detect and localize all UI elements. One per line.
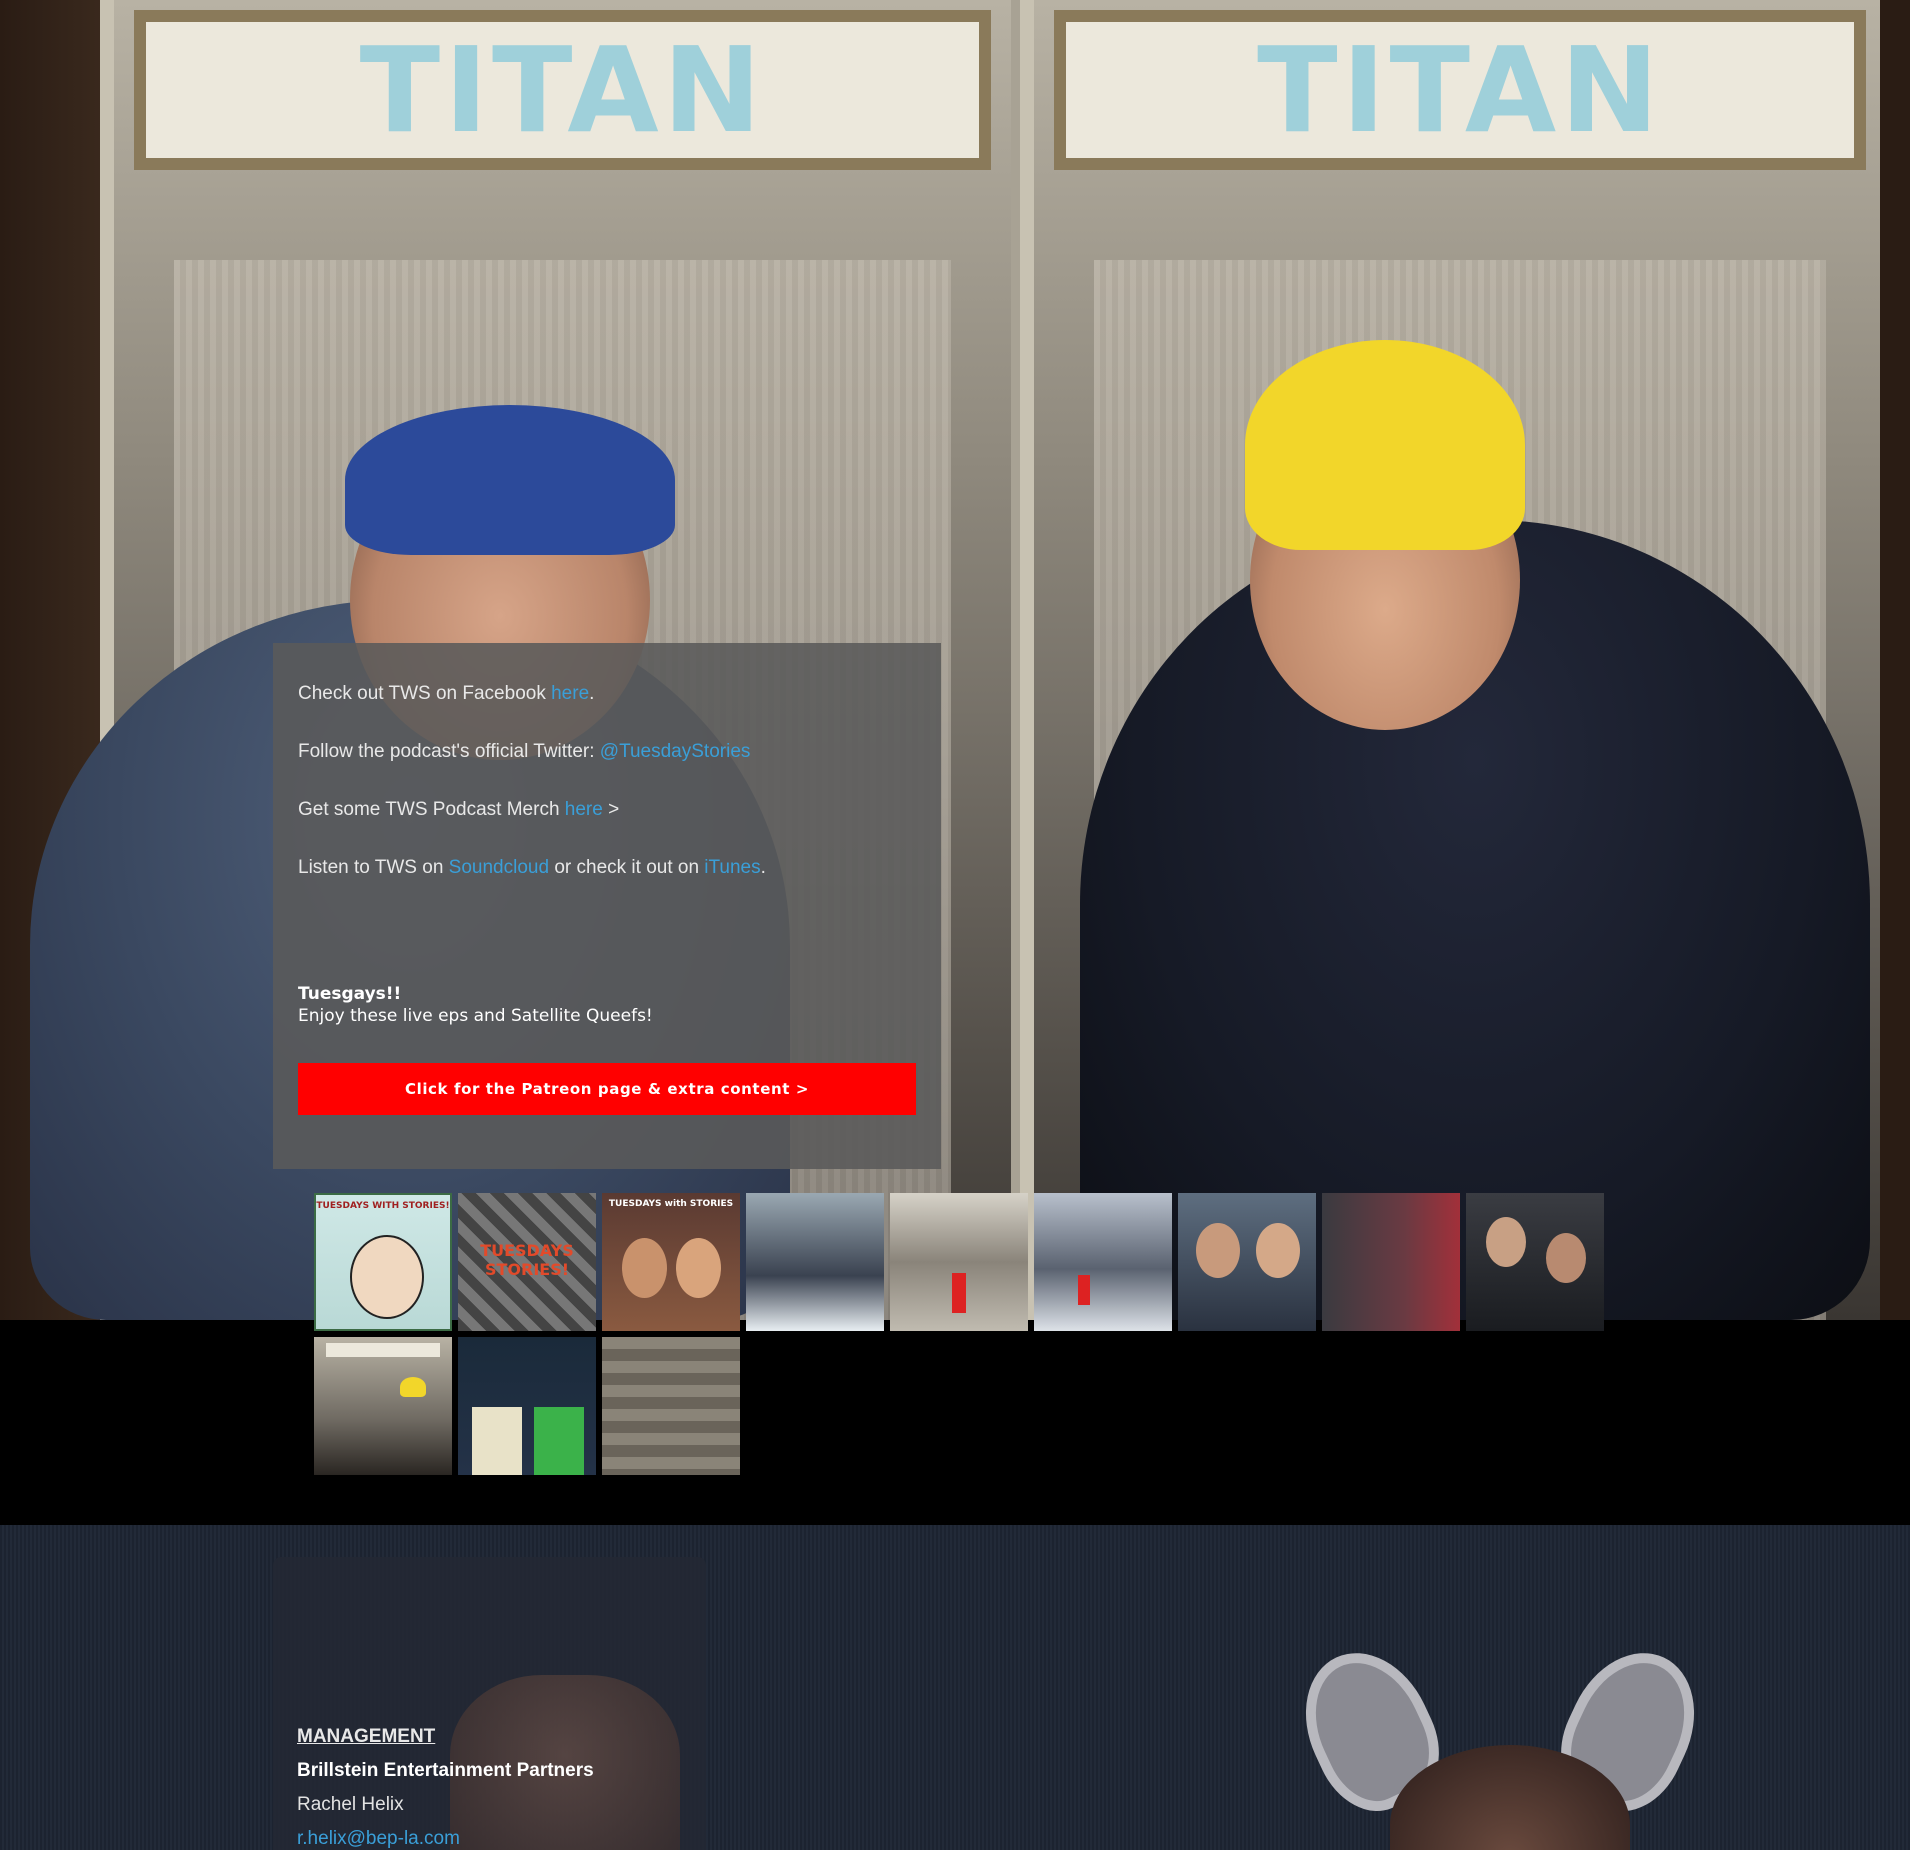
patreon-button[interactable]: Click for the Patreon page & extra conte… (298, 1063, 916, 1115)
listen-middle-text: or check it out on (549, 857, 705, 878)
twitter-link[interactable]: @TuesdayStories (600, 741, 751, 762)
gallery-thumb-3[interactable]: TUESDAYS with STORIES (602, 1193, 740, 1331)
soundcloud-link[interactable]: Soundcloud (449, 857, 549, 878)
itunes-link[interactable]: iTunes (704, 857, 760, 878)
facebook-link[interactable]: here (551, 683, 589, 704)
tuesgays-subtitle: Enjoy these live eps and Satellite Queef… (298, 1006, 653, 1026)
twitter-line: Follow the podcast's official Twitter: @… (298, 741, 916, 763)
thumb-10-beanie (400, 1377, 426, 1397)
management-section: MANAGEMENT Brillstein Entertainment Part… (0, 1525, 1910, 1850)
person-left-cap (345, 405, 675, 555)
thumb-9-face-left (1486, 1217, 1526, 1267)
tuesgays-block: Tuesgays!! Enjoy these live eps and Sate… (298, 983, 653, 1027)
thumb-6-hydrant (1078, 1275, 1090, 1305)
management-company: Brillstein Entertainment Partners (297, 1760, 594, 1781)
thumb-1-face (350, 1235, 424, 1319)
booth-sign-left-text: TITAN (359, 21, 766, 159)
thumb-1-label: TUESDAYS WITH STORIES! (316, 1201, 450, 1211)
booth-sign-left: TITAN (134, 10, 991, 170)
person-right-beanie (1245, 340, 1525, 550)
management-contact: MANAGEMENT Brillstein Entertainment Part… (297, 1720, 594, 1850)
thumb-9-face-right (1546, 1233, 1586, 1283)
thumb-2-label: TUESDAYS STORIES! (480, 1241, 574, 1279)
listen-text: Listen to TWS on (298, 857, 449, 878)
gallery-thumb-7[interactable] (1178, 1193, 1316, 1331)
gallery-thumb-11[interactable] (458, 1337, 596, 1475)
thumb-7-face-left (1196, 1223, 1240, 1278)
gallery-thumb-5[interactable] (890, 1193, 1028, 1331)
merch-text: Get some TWS Podcast Merch (298, 799, 565, 820)
facebook-text: Check out TWS on Facebook (298, 683, 552, 704)
booth-sign-right: TITAN (1054, 10, 1866, 170)
gallery-thumb-12[interactable] (602, 1337, 740, 1475)
thumb-3-face-right (676, 1238, 721, 1298)
booth-sign-right-text: TITAN (1257, 21, 1663, 159)
listen-suffix: . (760, 857, 766, 878)
facebook-suffix: . (589, 683, 595, 704)
thumb-3-label: TUESDAYS with STORIES (608, 1199, 734, 1209)
thumb-11-shirt-right (534, 1407, 584, 1475)
thumb-5-hydrant (952, 1273, 966, 1313)
info-panel: Check out TWS on Facebook here. Follow t… (273, 643, 941, 1169)
tuesgays-title: Tuesgays!! (298, 984, 402, 1004)
management-name: Rachel Helix (297, 1794, 404, 1815)
gallery-thumb-2[interactable]: TUESDAYS STORIES! (458, 1193, 596, 1331)
thumb-7-face-right (1256, 1223, 1300, 1278)
twitter-text: Follow the podcast's official Twitter: (298, 741, 600, 762)
merch-link[interactable]: here (565, 799, 603, 820)
listen-line: Listen to TWS on Soundcloud or check it … (298, 857, 916, 879)
thumb-11-shirt-left (472, 1407, 522, 1475)
management-heading: MANAGEMENT (297, 1726, 436, 1747)
thumb-10-sign (326, 1343, 440, 1357)
gallery-thumb-9[interactable] (1466, 1193, 1604, 1331)
gallery-thumb-1[interactable]: TUESDAYS WITH STORIES! (314, 1193, 452, 1331)
management-email-link[interactable]: r.helix@bep-la.com (297, 1828, 460, 1849)
merch-line: Get some TWS Podcast Merch here > (298, 799, 916, 821)
facebook-line: Check out TWS on Facebook here. (298, 683, 916, 705)
merch-suffix: > (602, 799, 620, 820)
thumb-3-face-left (622, 1238, 667, 1298)
gallery-thumb-6[interactable] (1034, 1193, 1172, 1331)
gallery-thumb-10[interactable] (314, 1337, 452, 1475)
hero-wall-right (1880, 0, 1910, 1320)
gallery-thumb-8[interactable] (1322, 1193, 1460, 1331)
gallery-thumb-4[interactable] (746, 1193, 884, 1331)
